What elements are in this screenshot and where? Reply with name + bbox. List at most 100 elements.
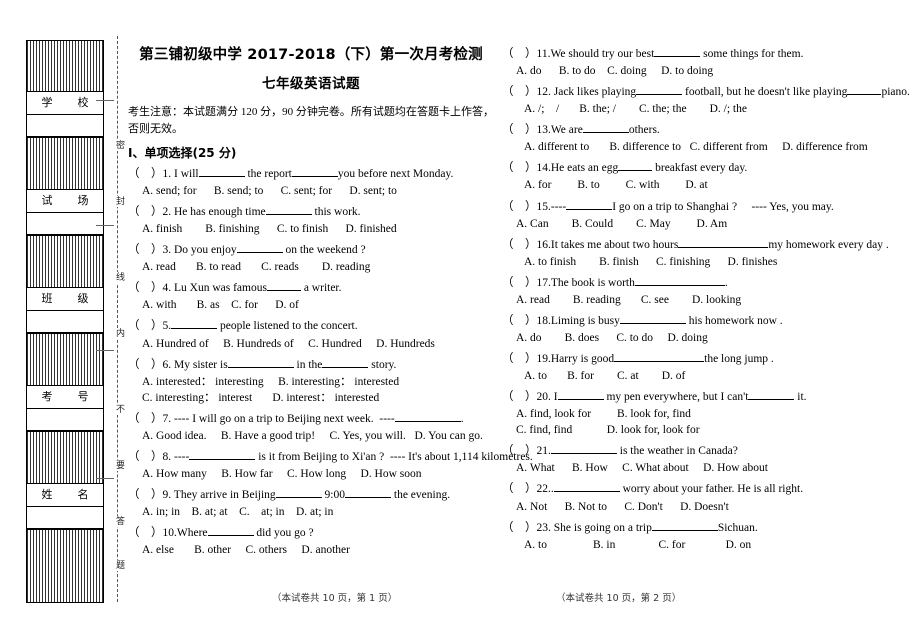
answer-bracket[interactable]: （ ）: [502, 315, 537, 327]
option-d[interactable]: D. another: [301, 544, 350, 556]
fill-blank[interactable]: [345, 497, 391, 499]
answer-bracket[interactable]: （ ）: [502, 277, 537, 289]
option-a[interactable]: A. for: [524, 179, 551, 191]
answer-bracket[interactable]: （ ）: [128, 413, 163, 425]
option-b[interactable]: B. to read: [196, 261, 241, 273]
option-a[interactable]: A. Good idea.: [142, 430, 207, 442]
fill-blank[interactable]: [614, 361, 705, 362]
option-c[interactable]: C. for: [231, 299, 258, 311]
answer-bracket[interactable]: （ ）: [502, 391, 537, 403]
fill-blank[interactable]: [654, 56, 701, 57]
option-b[interactable]: B. for: [567, 370, 594, 382]
option-a[interactable]: A. /; /: [524, 103, 559, 115]
option-b[interactable]: B. finishing: [205, 223, 259, 235]
fill-blank[interactable]: [618, 170, 653, 172]
option-d[interactable]: D. of: [662, 370, 686, 382]
option-d[interactable]: D. How soon: [361, 468, 422, 480]
answer-bracket[interactable]: （ ）: [128, 527, 163, 539]
fill-blank[interactable]: [265, 214, 312, 216]
answer-bracket[interactable]: （ ）: [128, 168, 163, 180]
option-c[interactable]: C. How long: [287, 468, 346, 480]
option-b[interactable]: B. at; at: [192, 506, 228, 518]
option-a[interactable]: A. Can: [516, 218, 549, 230]
option-c[interactable]: C. doing: [607, 65, 647, 77]
option-d[interactable]: D. look for, look for: [607, 424, 700, 436]
option-b[interactable]: B. finish: [599, 256, 639, 268]
fill-blank[interactable]: [275, 497, 322, 499]
fill-blank[interactable]: [550, 453, 617, 455]
option-c[interactable]: C. Hundred: [308, 338, 362, 350]
option-a[interactable]: A. What: [516, 462, 555, 474]
option-a[interactable]: A. different to: [524, 141, 589, 153]
option-b[interactable]: B. interesting： interested: [278, 376, 399, 388]
option-b[interactable]: B. other: [194, 544, 231, 556]
fill-blank[interactable]: [678, 246, 769, 248]
option-d[interactable]: D. doing: [667, 332, 707, 344]
fill-blank[interactable]: [553, 491, 620, 493]
seal-field-input-exam-number[interactable]: [26, 409, 104, 431]
option-d[interactable]: D. reading: [322, 261, 371, 273]
option-a[interactable]: A. in; in: [142, 506, 180, 518]
fill-blank[interactable]: [847, 94, 882, 96]
option-a[interactable]: A. Not: [516, 501, 547, 513]
option-d[interactable]: D. How about: [703, 462, 768, 474]
fill-blank[interactable]: [227, 366, 294, 368]
fill-blank[interactable]: [394, 420, 461, 422]
option-b[interactable]: B. difference to: [609, 141, 681, 153]
option-c[interactable]: C. Don't: [624, 501, 663, 513]
option-c[interactable]: C. finishing: [656, 256, 710, 268]
option-c[interactable]: C. others: [246, 544, 288, 556]
seal-field-input-school[interactable]: [26, 115, 104, 137]
option-a[interactable]: A. read: [142, 261, 176, 273]
option-a[interactable]: A. Hundred of: [142, 338, 209, 350]
option-c[interactable]: C. at: [617, 370, 639, 382]
option-c[interactable]: C. interesting： interest: [142, 392, 252, 404]
option-d[interactable]: D. of: [275, 299, 299, 311]
option-a[interactable]: A. find, look for: [516, 408, 591, 420]
option-d[interactable]: D. Am: [697, 218, 728, 230]
option-b[interactable]: B. does: [565, 332, 600, 344]
option-d[interactable]: D. sent; to: [349, 185, 397, 197]
option-d[interactable]: D. Hundreds: [376, 338, 435, 350]
option-a[interactable]: A. do: [516, 65, 542, 77]
option-b[interactable]: B. as: [197, 299, 220, 311]
option-b[interactable]: B. Not to: [565, 501, 608, 513]
option-c[interactable]: C. Yes, you will.: [329, 430, 405, 442]
fill-blank[interactable]: [291, 175, 338, 177]
option-c[interactable]: C. with: [626, 179, 660, 191]
option-d[interactable]: D. at; in: [296, 506, 333, 518]
answer-bracket[interactable]: （ ）: [128, 206, 163, 218]
answer-bracket[interactable]: （ ）: [502, 86, 537, 98]
seal-field-input-exam-room[interactable]: [26, 213, 104, 235]
option-a[interactable]: A. with: [142, 299, 177, 311]
option-a[interactable]: A. do: [516, 332, 542, 344]
fill-blank[interactable]: [651, 529, 718, 531]
option-a[interactable]: A. else: [142, 544, 174, 556]
option-b[interactable]: B. How: [572, 462, 608, 474]
answer-bracket[interactable]: （ ）: [502, 483, 537, 495]
option-b[interactable]: B. How far: [221, 468, 272, 480]
answer-bracket[interactable]: （ ）: [128, 320, 163, 332]
option-c[interactable]: C. May: [636, 218, 671, 230]
option-a[interactable]: A. How many: [142, 468, 207, 480]
option-a[interactable]: A. to: [524, 370, 547, 382]
option-d[interactable]: D. finishes: [728, 256, 778, 268]
option-d[interactable]: D. on: [726, 539, 752, 551]
fill-blank[interactable]: [566, 208, 613, 210]
fill-blank[interactable]: [266, 290, 301, 292]
option-c[interactable]: C. reads: [261, 261, 299, 273]
option-b[interactable]: B. Could: [572, 218, 614, 230]
option-b[interactable]: B. send; to: [214, 185, 264, 197]
option-b[interactable]: B. look for, find: [617, 408, 691, 420]
answer-bracket[interactable]: （ ）: [502, 522, 537, 534]
option-b[interactable]: B. Hundreds of: [223, 338, 294, 350]
answer-bracket[interactable]: （ ）: [502, 239, 537, 251]
option-c[interactable]: C. to finish: [277, 223, 328, 235]
option-a[interactable]: A. send; for: [142, 185, 197, 197]
seal-field-input-class[interactable]: [26, 311, 104, 333]
option-d[interactable]: D. /; the: [710, 103, 747, 115]
option-a[interactable]: A. interested： interesting: [142, 376, 264, 388]
option-b[interactable]: B. the; /: [579, 103, 616, 115]
answer-bracket[interactable]: （ ）: [128, 359, 163, 371]
option-c[interactable]: C. for: [659, 539, 686, 551]
